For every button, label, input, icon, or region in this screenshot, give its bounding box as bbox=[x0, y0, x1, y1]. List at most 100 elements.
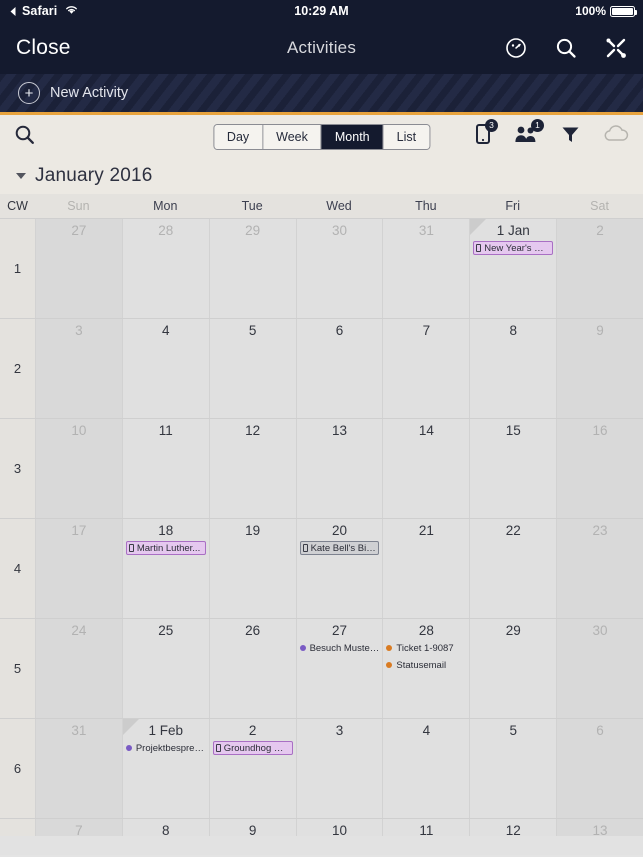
calendar-day-cell[interactable]: 31 bbox=[382, 219, 470, 318]
phone-icon bbox=[302, 544, 308, 552]
calendar-day-cell[interactable]: 18 Martin Luther... bbox=[121, 519, 209, 618]
day-number: 10 bbox=[331, 823, 347, 836]
toolbar-actions: 3 1 bbox=[475, 119, 629, 150]
tab-list[interactable]: List bbox=[383, 124, 430, 149]
mobile-device-icon[interactable]: 3 bbox=[475, 119, 498, 150]
calendar-day-cell[interactable]: 12 bbox=[469, 819, 557, 836]
back-app-label[interactable]: Safari bbox=[22, 4, 57, 18]
plus-icon[interactable]: + bbox=[18, 82, 40, 104]
dot-icon bbox=[125, 745, 132, 751]
search-icon[interactable] bbox=[14, 124, 35, 150]
day-number: 21 bbox=[418, 523, 434, 538]
calendar-day-cell[interactable]: 29 bbox=[208, 219, 296, 318]
calendar-day-cell[interactable]: 23 bbox=[556, 519, 643, 618]
view-switcher[interactable]: Day Week Month List bbox=[212, 123, 431, 150]
calendar-event[interactable]: Martin Luther... bbox=[125, 541, 206, 555]
calendar-day-cell[interactable]: 30 bbox=[295, 219, 383, 318]
calendar-day-cell[interactable]: 28 bbox=[121, 219, 209, 318]
calendar-day-cell[interactable]: 3 bbox=[35, 319, 122, 418]
calendar-day-cell[interactable]: 13 bbox=[295, 419, 383, 518]
calendar-day-cell[interactable]: 4 bbox=[121, 319, 209, 418]
calendar-day-cell[interactable]: 30 bbox=[556, 619, 643, 718]
day-number: 1 Jan bbox=[496, 223, 530, 238]
new-activity-bar[interactable]: + New Activity bbox=[0, 74, 643, 112]
tools-icon[interactable] bbox=[605, 37, 627, 59]
calendar-day-cell[interactable]: 19 bbox=[208, 519, 296, 618]
calendar-event[interactable]: Ticket 1-9087 bbox=[386, 641, 466, 655]
day-number: 31 bbox=[418, 223, 434, 238]
calendar-day-cell[interactable]: 10 bbox=[295, 819, 383, 836]
day-number: 3 bbox=[335, 723, 344, 738]
month-header[interactable]: January 2016 bbox=[0, 158, 643, 194]
calendar-day-cell[interactable]: 26 bbox=[208, 619, 296, 718]
calendar-day-cell[interactable]: 5 bbox=[469, 719, 557, 818]
calendar-event[interactable]: Groundhog Day bbox=[212, 741, 293, 755]
close-button[interactable]: Close bbox=[16, 36, 71, 60]
calendar-day-cell[interactable]: 16 bbox=[556, 419, 643, 518]
calendar-day-cell[interactable]: 11 bbox=[121, 419, 209, 518]
ios-status-bar: Safari 10:29 AM 100% bbox=[0, 0, 643, 22]
day-number: 17 bbox=[71, 523, 87, 538]
calendar-week-number: 1 bbox=[0, 219, 35, 318]
calendar-toolbar: Day Week Month List 3 1 bbox=[0, 115, 643, 158]
calendar-day-cell[interactable]: 24 bbox=[35, 619, 122, 718]
calendar-day-cell[interactable]: 1 Jan New Year's Day bbox=[469, 219, 557, 318]
calendar-day-cell[interactable]: 1 Feb Projektbesprec... bbox=[121, 719, 209, 818]
clock-icon[interactable] bbox=[505, 37, 527, 59]
calendar-day-cell[interactable]: 29 bbox=[469, 619, 557, 718]
calendar-day-cell[interactable]: 2 Groundhog Day bbox=[208, 719, 296, 818]
calendar-day-cell[interactable]: 6 bbox=[295, 319, 383, 418]
calendar-day-cell[interactable]: 28 Ticket 1-9087 Statusemail bbox=[382, 619, 470, 718]
back-chevron-icon[interactable] bbox=[8, 6, 17, 17]
calendar-day-cell[interactable]: 21 bbox=[382, 519, 470, 618]
calendar-day-cell[interactable]: 6 bbox=[556, 719, 643, 818]
month-title: January 2016 bbox=[35, 165, 153, 186]
calendar-weeks: 1 27 28 29 30 31 1 Jan New Year's Day 2 2 3 4 5 6 7 8 9 3… bbox=[0, 218, 643, 836]
search-icon[interactable] bbox=[555, 37, 577, 59]
calendar-day-cell[interactable]: 11 bbox=[382, 819, 470, 836]
calendar-day-cell[interactable]: 2 bbox=[556, 219, 643, 318]
cloud-icon[interactable] bbox=[603, 124, 629, 149]
calendar-day-cell[interactable]: 7 bbox=[382, 319, 470, 418]
calendar-day-cell[interactable]: 20 Kate Bell's Birt... bbox=[295, 519, 383, 618]
calendar-day-cell[interactable]: 5 bbox=[208, 319, 296, 418]
calendar-day-cell[interactable]: 25 bbox=[121, 619, 209, 718]
calendar-day-cell[interactable]: 27 Besuch Muster... bbox=[295, 619, 383, 718]
filter-icon[interactable] bbox=[560, 124, 581, 150]
calendar-week-row: 2 3 4 5 6 7 8 9 bbox=[0, 318, 643, 418]
calendar-day-cell[interactable]: 10 bbox=[35, 419, 122, 518]
day-number: 5 bbox=[248, 323, 257, 338]
tab-day[interactable]: Day bbox=[213, 124, 264, 149]
people-group-icon[interactable]: 1 bbox=[514, 119, 544, 150]
tab-week[interactable]: Week bbox=[263, 124, 322, 149]
calendar-event[interactable]: Statusemail bbox=[386, 658, 466, 672]
calendar-day-cell[interactable]: 17 bbox=[35, 519, 122, 618]
calendar-day-cell[interactable]: 31 bbox=[35, 719, 122, 818]
calendar-day-cell[interactable]: 27 bbox=[35, 219, 122, 318]
calendar-day-cell[interactable]: 7 bbox=[35, 819, 122, 836]
calendar-day-cell[interactable]: 9 bbox=[208, 819, 296, 836]
calendar-day-cell[interactable]: 3 bbox=[295, 719, 383, 818]
chevron-down-icon[interactable] bbox=[16, 173, 26, 179]
calendar-event[interactable]: Besuch Muster... bbox=[299, 641, 379, 655]
day-number: 12 bbox=[505, 823, 521, 836]
calendar-day-cell[interactable]: 12 bbox=[208, 419, 296, 518]
calendar-event[interactable]: Projektbesprec... bbox=[125, 741, 206, 755]
calendar-day-cell[interactable]: 4 bbox=[382, 719, 470, 818]
day-number: 16 bbox=[592, 423, 608, 438]
dot-icon bbox=[386, 662, 393, 668]
tab-month[interactable]: Month bbox=[321, 124, 384, 149]
day-number: 19 bbox=[245, 523, 261, 538]
phone-icon bbox=[476, 244, 482, 252]
calendar-event[interactable]: Kate Bell's Birt... bbox=[299, 541, 380, 555]
calendar-day-cell[interactable]: 22 bbox=[469, 519, 557, 618]
day-number: 7 bbox=[422, 323, 431, 338]
calendar-event[interactable]: New Year's Day bbox=[473, 241, 554, 255]
day-number: 29 bbox=[505, 623, 521, 638]
calendar-day-cell[interactable]: 13 bbox=[556, 819, 643, 836]
calendar-day-cell[interactable]: 14 bbox=[382, 419, 470, 518]
calendar-day-cell[interactable]: 9 bbox=[556, 319, 643, 418]
calendar-day-cell[interactable]: 8 bbox=[469, 319, 557, 418]
calendar-day-cell[interactable]: 15 bbox=[469, 419, 557, 518]
calendar-day-cell[interactable]: 8 bbox=[121, 819, 209, 836]
